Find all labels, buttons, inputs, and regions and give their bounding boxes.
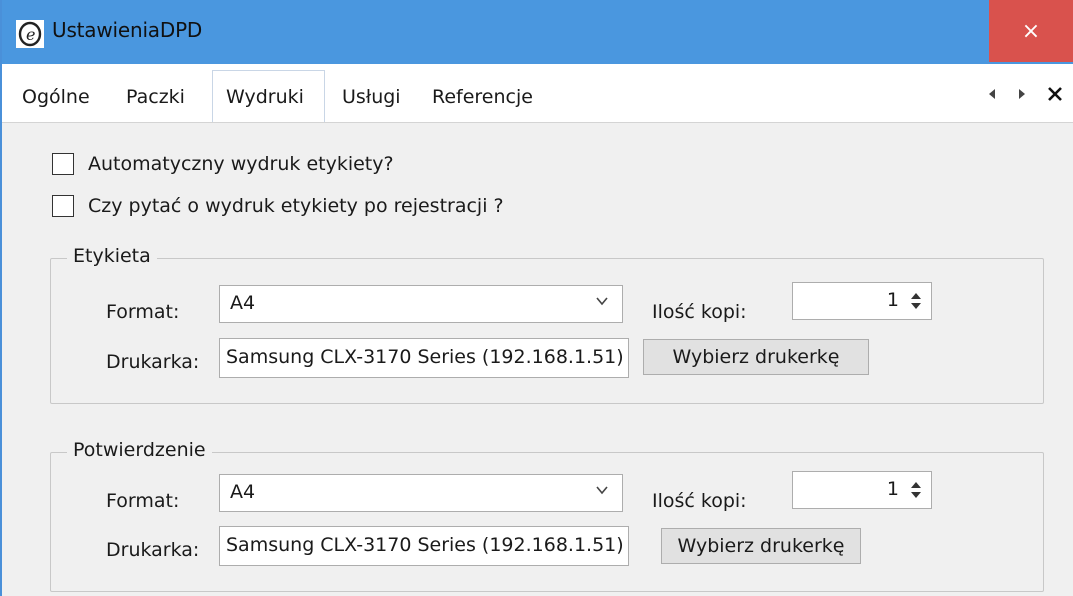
tab-bar: Ogólne Paczki Wydruki Usługi Referencje: [2, 64, 1073, 124]
ask-print-row[interactable]: Czy pytać o wydruk etykiety po rejestrac…: [52, 195, 504, 217]
potwierdzenie-choose-printer-button[interactable]: Wybierz drukerkę: [661, 528, 861, 564]
svg-text:e: e: [26, 25, 35, 44]
chevron-down-icon: [596, 486, 608, 495]
tab-close-icon[interactable]: [1047, 86, 1063, 102]
potwierdzenie-group: Potwierdzenie Format: A4 Ilość kopi: 1 D…: [50, 439, 1044, 592]
etykieta-copies-label: Ilość kopi:: [652, 301, 747, 323]
settings-window: e UstawieniaDPD × Ogólne Paczki Wydruki …: [0, 0, 1073, 596]
potwierdzenie-format-label: Format:: [106, 490, 180, 512]
spinner-arrows-icon[interactable]: [909, 289, 923, 313]
window-close-button[interactable]: ×: [989, 0, 1073, 62]
tab-wydruki[interactable]: Wydruki: [226, 86, 304, 108]
potwierdzenie-copies-label: Ilość kopi:: [652, 490, 747, 512]
etykieta-printer-field[interactable]: Samsung CLX-3170 Series (192.168.1.51): [219, 338, 629, 378]
tab-ogolne[interactable]: Ogólne: [22, 86, 90, 108]
potwierdzenie-format-select[interactable]: A4: [219, 474, 623, 512]
app-logo-icon: e: [16, 20, 44, 48]
etykieta-copies-value: 1: [886, 289, 899, 311]
etykieta-format-value: A4: [230, 292, 256, 314]
potwierdzenie-printer-field[interactable]: Samsung CLX-3170 Series (192.168.1.51): [219, 526, 629, 566]
potwierdzenie-legend: Potwierdzenie: [67, 439, 212, 461]
etykieta-format-select[interactable]: A4: [219, 285, 623, 323]
auto-print-checkbox[interactable]: [52, 153, 74, 175]
title-bar[interactable]: e UstawieniaDPD ×: [2, 0, 1073, 64]
ask-print-label: Czy pytać o wydruk etykiety po rejestrac…: [88, 195, 504, 217]
wydruki-panel: Automatyczny wydruk etykiety? Czy pytać …: [2, 122, 1073, 596]
window-title: UstawieniaDPD: [52, 18, 203, 42]
etykieta-printer-value: Samsung CLX-3170 Series (192.168.1.51): [226, 346, 624, 368]
auto-print-row[interactable]: Automatyczny wydruk etykiety?: [52, 153, 394, 175]
tab-scroll-left-icon[interactable]: [987, 88, 997, 100]
etykieta-printer-label: Drukarka:: [106, 351, 200, 373]
etykieta-group: Etykieta Format: A4 Ilość kopi: 1 Drukar…: [50, 245, 1044, 404]
etykieta-legend: Etykieta: [67, 245, 157, 267]
tab-referencje[interactable]: Referencje: [432, 86, 533, 108]
potwierdzenie-printer-value: Samsung CLX-3170 Series (192.168.1.51): [226, 534, 624, 556]
spinner-arrows-icon[interactable]: [909, 478, 923, 502]
tab-uslugi[interactable]: Usługi: [342, 86, 401, 108]
ask-print-checkbox[interactable]: [52, 195, 74, 217]
potwierdzenie-copies-value: 1: [886, 478, 899, 500]
etykieta-format-label: Format:: [106, 301, 180, 323]
chevron-down-icon: [596, 297, 608, 306]
potwierdzenie-format-value: A4: [230, 481, 256, 503]
potwierdzenie-printer-label: Drukarka:: [106, 539, 200, 561]
etykieta-copies-spinner[interactable]: 1: [792, 282, 932, 320]
potwierdzenie-copies-spinner[interactable]: 1: [792, 471, 932, 509]
tab-paczki[interactable]: Paczki: [126, 86, 185, 108]
etykieta-choose-printer-button[interactable]: Wybierz drukerkę: [643, 339, 869, 375]
auto-print-label: Automatyczny wydruk etykiety?: [88, 153, 394, 175]
tab-scroll-right-icon[interactable]: [1017, 88, 1027, 100]
